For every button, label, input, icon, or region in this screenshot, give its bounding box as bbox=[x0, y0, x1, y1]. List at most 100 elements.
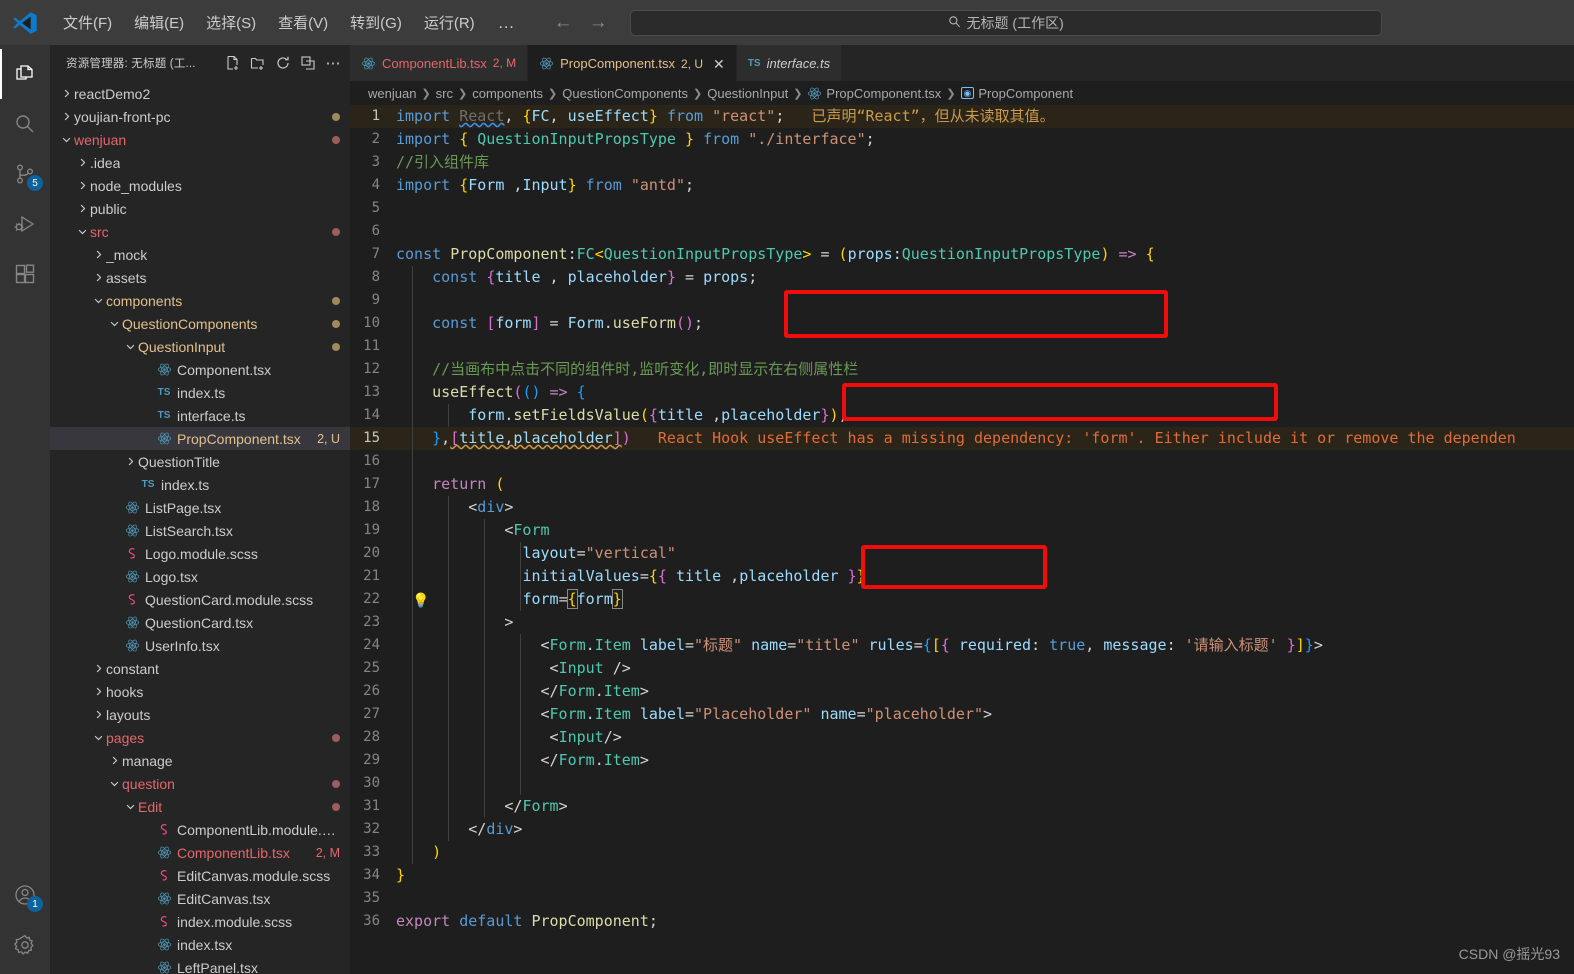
activity-item-accounts[interactable]: 1 bbox=[0, 870, 50, 920]
tree-item-interface-ts[interactable]: TS interface.ts bbox=[50, 404, 350, 427]
code-line-22[interactable]: 22 💡 form={form} bbox=[350, 588, 1574, 611]
chevron-right-icon[interactable] bbox=[74, 203, 90, 214]
activity-item-search[interactable] bbox=[0, 99, 50, 149]
breadcrumb-item-propcomponent-tsx[interactable]: PropComponent.tsx bbox=[807, 86, 941, 101]
tree-item-mock[interactable]: _mock bbox=[50, 243, 350, 266]
tree-item-wenjuan[interactable]: wenjuan bbox=[50, 128, 350, 151]
file-tree[interactable]: reactDemo2 youjian-front-pc wenjuan .idea no… bbox=[50, 80, 350, 974]
tree-item-propcomponent-tsx[interactable]: PropComponent.tsx 2, U bbox=[50, 427, 350, 450]
editor-tab-propcomponent-tsx[interactable]: PropComponent.tsx 2, U ✕ bbox=[528, 45, 737, 81]
tree-item-src[interactable]: src bbox=[50, 220, 350, 243]
code-line-25[interactable]: 25 <Input /> bbox=[350, 657, 1574, 680]
quick-input-search-bar[interactable]: 无标题 (工作区) bbox=[629, 9, 1382, 36]
arrow-right-icon[interactable]: → bbox=[589, 13, 608, 32]
tree-item-questiontitle[interactable]: QuestionTitle bbox=[50, 450, 350, 473]
tree-item-leftpanel-tsx[interactable]: LeftPanel.tsx bbox=[50, 956, 350, 974]
code-line-5[interactable]: 5 bbox=[350, 197, 1574, 220]
breadcrumb[interactable]: wenjuan ❯ src ❯ components ❯ QuestionComponent… bbox=[350, 81, 1574, 105]
tree-item-index-tsx[interactable]: index.tsx bbox=[50, 933, 350, 956]
menu-view[interactable]: 查看(V) bbox=[267, 8, 339, 37]
menu-file[interactable]: 文件(F) bbox=[52, 8, 123, 37]
editor-tabs[interactable]: ComponentLib.tsx 2, M PropComponent.tsx 2, … bbox=[350, 45, 1574, 81]
tree-item-questioncomponents[interactable]: QuestionComponents bbox=[50, 312, 350, 335]
tree-item-logo-tsx[interactable]: Logo.tsx bbox=[50, 565, 350, 588]
tree-item-edit[interactable]: Edit bbox=[50, 795, 350, 818]
chevron-right-icon[interactable] bbox=[90, 686, 106, 697]
chevron-down-icon[interactable] bbox=[106, 318, 122, 329]
tree-item-question[interactable]: question bbox=[50, 772, 350, 795]
breadcrumb-item-propcomponent[interactable]: ◉ PropComponent bbox=[960, 86, 1073, 101]
code-editor[interactable]: 1 import React, {FC, useEffect} from "rea… bbox=[350, 105, 1574, 974]
chevron-right-icon[interactable] bbox=[90, 272, 106, 283]
chevron-down-icon[interactable] bbox=[122, 801, 138, 812]
code-line-18[interactable]: 18 <div> bbox=[350, 496, 1574, 519]
code-line-27[interactable]: 27 <Form.Item label="Placeholder" name="… bbox=[350, 703, 1574, 726]
code-line-15[interactable]: 15 },[title,placeholder]) React Hook use… bbox=[350, 427, 1574, 450]
code-line-28[interactable]: 28 <Input/> bbox=[350, 726, 1574, 749]
code-line-10[interactable]: 10 const [form] = Form.useForm(); bbox=[350, 312, 1574, 335]
menu-overflow-button[interactable]: … bbox=[486, 11, 528, 35]
code-line-4[interactable]: 4 import {Form ,Input} from "antd"; bbox=[350, 174, 1574, 197]
tree-item-editcanvas-module-scss[interactable]: EditCanvas.module.scss bbox=[50, 864, 350, 887]
code-line-31[interactable]: 31 </Form> bbox=[350, 795, 1574, 818]
tree-item-logo-module-scss[interactable]: Logo.module.scss bbox=[50, 542, 350, 565]
menu-run[interactable]: 运行(R) bbox=[413, 8, 486, 37]
code-line-12[interactable]: 12 //当画布中点击不同的组件时,监听变化,即时显示在右侧属性栏 bbox=[350, 358, 1574, 381]
activity-item-extensions[interactable] bbox=[0, 249, 50, 299]
tree-item-hooks[interactable]: hooks bbox=[50, 680, 350, 703]
new-folder-icon[interactable] bbox=[247, 52, 269, 74]
code-line-17[interactable]: 17 return ( bbox=[350, 473, 1574, 496]
tree-item-components[interactable]: components bbox=[50, 289, 350, 312]
code-line-35[interactable]: 35 bbox=[350, 887, 1574, 910]
chevron-right-icon[interactable] bbox=[90, 249, 106, 260]
close-icon[interactable]: ✕ bbox=[713, 57, 725, 71]
breadcrumb-item-src[interactable]: src bbox=[436, 86, 453, 101]
chevron-down-icon[interactable] bbox=[106, 778, 122, 789]
activity-item-run-and-debug[interactable] bbox=[0, 199, 50, 249]
code-line-26[interactable]: 26 </Form.Item> bbox=[350, 680, 1574, 703]
code-line-11[interactable]: 11 bbox=[350, 335, 1574, 358]
tree-item-youjian-front-pc[interactable]: youjian-front-pc bbox=[50, 105, 350, 128]
menu-edit[interactable]: 编辑(E) bbox=[123, 8, 195, 37]
code-line-19[interactable]: 19 <Form bbox=[350, 519, 1574, 542]
chevron-right-icon[interactable] bbox=[90, 709, 106, 720]
tree-item-constant[interactable]: constant bbox=[50, 657, 350, 680]
tree-item-questioncard-module-scss[interactable]: QuestionCard.module.scss bbox=[50, 588, 350, 611]
chevron-right-icon[interactable] bbox=[122, 456, 138, 467]
chevron-right-icon[interactable] bbox=[58, 111, 74, 122]
tree-item-index-module-scss[interactable]: index.module.scss bbox=[50, 910, 350, 933]
code-line-9[interactable]: 9 bbox=[350, 289, 1574, 312]
code-line-3[interactable]: 3 //引入组件库 bbox=[350, 151, 1574, 174]
tree-item-questioninput[interactable]: QuestionInput bbox=[50, 335, 350, 358]
code-line-29[interactable]: 29 </Form.Item> bbox=[350, 749, 1574, 772]
tree-item-listpage-tsx[interactable]: ListPage.tsx bbox=[50, 496, 350, 519]
activity-item-source-control[interactable]: 5 bbox=[0, 149, 50, 199]
menu-go[interactable]: 转到(G) bbox=[339, 8, 413, 37]
chevron-down-icon[interactable] bbox=[90, 295, 106, 306]
breadcrumb-item-wenjuan[interactable]: wenjuan bbox=[368, 86, 416, 101]
code-line-14[interactable]: 14 form.setFieldsValue({title ,placehold… bbox=[350, 404, 1574, 427]
chevron-right-icon[interactable] bbox=[74, 157, 90, 168]
code-line-36[interactable]: 36 export default PropComponent; bbox=[350, 910, 1574, 933]
tree-item-assets[interactable]: assets bbox=[50, 266, 350, 289]
ellipsis-icon[interactable]: ⋯ bbox=[322, 52, 344, 74]
collapse-all-icon[interactable] bbox=[297, 52, 319, 74]
new-file-icon[interactable] bbox=[222, 52, 244, 74]
tree-item-componentlib-tsx[interactable]: ComponentLib.tsx 2, M bbox=[50, 841, 350, 864]
refresh-icon[interactable] bbox=[272, 52, 294, 74]
tree-item-reactdemo2[interactable]: reactDemo2 bbox=[50, 82, 350, 105]
chevron-down-icon[interactable] bbox=[74, 226, 90, 237]
breadcrumb-item-components[interactable]: components bbox=[472, 86, 543, 101]
tree-item-idea[interactable]: .idea bbox=[50, 151, 350, 174]
chevron-down-icon[interactable] bbox=[90, 732, 106, 743]
chevron-right-icon[interactable] bbox=[106, 755, 122, 766]
chevron-right-icon[interactable] bbox=[58, 88, 74, 99]
tree-item-manage[interactable]: manage bbox=[50, 749, 350, 772]
activity-item-manage[interactable] bbox=[0, 920, 50, 970]
code-line-13[interactable]: 13 useEffect(() => { bbox=[350, 381, 1574, 404]
chevron-down-icon[interactable] bbox=[58, 134, 74, 145]
code-line-23[interactable]: 23 > bbox=[350, 611, 1574, 634]
breadcrumb-item-questioncomponents[interactable]: QuestionComponents bbox=[562, 86, 688, 101]
activity-item-explorer[interactable] bbox=[0, 49, 50, 99]
breadcrumb-item-questioninput[interactable]: QuestionInput bbox=[707, 86, 788, 101]
